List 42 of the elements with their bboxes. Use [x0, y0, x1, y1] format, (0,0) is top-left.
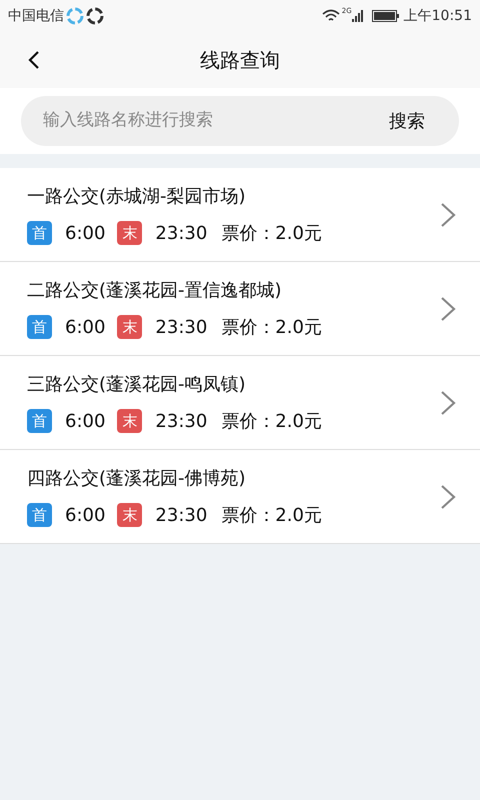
bus-time: 23:30	[155, 222, 208, 246]
battery-icon	[372, 10, 400, 22]
wifi-icon	[322, 9, 340, 23]
route-item[interactable]: 二路公交(蓬溪花园-置信逸都城) 首 6:00 末 23:30 票价：2.0元	[0, 262, 480, 356]
bus-time: 23:30	[155, 410, 208, 434]
time-badge: 首	[27, 503, 52, 527]
chevron-right-icon	[440, 296, 456, 322]
route-name: 一路公交(赤城湖-梨园市场)	[27, 184, 247, 208]
bus-time: 6:00	[65, 410, 106, 434]
route-item[interactable]: 三路公交(蓬溪花园-鸣凤镇) 首 6:00 末 23:30 票价：2.0元	[0, 356, 480, 450]
time-badge: 首	[27, 315, 52, 339]
app-logo-icon	[66, 7, 84, 25]
time-badge: 首	[27, 221, 52, 245]
bus-time: 6:00	[65, 316, 106, 340]
fare-text: 票价：2.0元	[221, 504, 322, 528]
fare-text: 票价：2.0元	[221, 316, 322, 340]
chevron-right-icon	[440, 390, 456, 416]
fare-text: 票价：2.0元	[221, 410, 322, 434]
time-badge: 末	[117, 221, 142, 245]
app-logo-icon	[86, 7, 104, 25]
search-button[interactable]: 搜索	[379, 108, 435, 134]
fare-text: 票价：2.0元	[221, 222, 322, 246]
time-badge: 末	[117, 503, 142, 527]
route-name: 二路公交(蓬溪花园-置信逸都城)	[27, 278, 283, 302]
bus-time: 6:00	[65, 504, 106, 528]
route-item[interactable]: 一路公交(赤城湖-梨园市场) 首 6:00 末 23:30 票价：2.0元	[0, 168, 480, 262]
route-item[interactable]: 四路公交(蓬溪花园-佛博苑) 首 6:00 末 23:30 票价：2.0元	[0, 450, 480, 544]
time-badge: 末	[117, 409, 142, 433]
bus-time: 23:30	[155, 316, 208, 340]
route-name: 四路公交(蓬溪花园-佛博苑)	[27, 466, 247, 490]
bus-time: 23:30	[155, 504, 208, 528]
carrier-name: 中国电信	[8, 6, 64, 26]
chevron-right-icon	[440, 484, 456, 510]
time-badge: 末	[117, 315, 142, 339]
time-badge: 首	[27, 409, 52, 433]
search-field[interactable]: 输入线路名称进行搜索 搜索	[21, 96, 459, 146]
chevron-right-icon	[440, 202, 456, 228]
signal-icon	[352, 10, 364, 22]
page-title: 线路查询	[200, 47, 280, 74]
route-name: 三路公交(蓬溪花园-鸣凤镇)	[27, 372, 247, 396]
clock-time: 上午10:51	[404, 6, 472, 26]
bus-time: 6:00	[65, 222, 106, 246]
